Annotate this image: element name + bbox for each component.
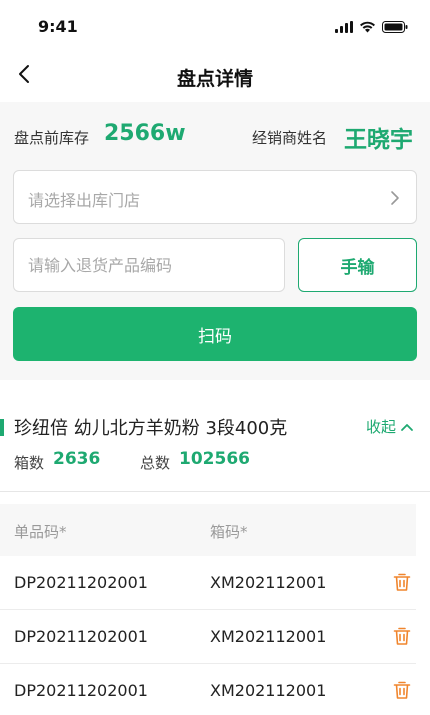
- wifi-icon: [359, 18, 376, 37]
- collapse-button[interactable]: 收起: [366, 416, 414, 437]
- total-count-label: 总数: [140, 454, 171, 472]
- stock-label: 盘点前库存: [14, 129, 90, 147]
- trash-icon[interactable]: [393, 626, 411, 646]
- section-accent-bar: [0, 419, 4, 436]
- total-count-value: 102566: [179, 449, 250, 469]
- chevron-right-icon: [388, 189, 402, 207]
- dealer-label: 经销商姓名: [252, 129, 328, 147]
- store-select-placeholder: 请选择出库门店: [28, 191, 141, 210]
- manual-entry-button[interactable]: 手输: [298, 238, 417, 292]
- status-bar: 9:41: [0, 0, 430, 50]
- section-divider: [0, 491, 430, 492]
- product-name: 珍纽倍 幼儿北方羊奶粉 3段400克: [14, 418, 288, 439]
- trash-icon[interactable]: [393, 572, 411, 592]
- battery-icon: [382, 18, 408, 37]
- column-header-box-code: 箱码*: [210, 523, 248, 541]
- signal-icon: [335, 18, 353, 37]
- box-count-value: 2636: [53, 449, 101, 469]
- nav-bar: 盘点详情: [0, 50, 430, 102]
- box-code-cell: XM202112001: [210, 681, 327, 700]
- status-icons: [335, 18, 408, 37]
- box-code-cell: XM202112001: [210, 627, 327, 646]
- unit-code-cell: DP20211202001: [14, 681, 148, 700]
- trash-icon[interactable]: [393, 680, 411, 700]
- table-header: 单品码* 箱码*: [0, 504, 416, 556]
- summary-row: 盘点前库存 2566w 经销商姓名 王晓宇: [14, 120, 416, 154]
- dealer-name: 王晓宇: [344, 127, 413, 153]
- unit-code-cell: DP20211202001: [14, 627, 148, 646]
- scan-button[interactable]: 扫码: [13, 307, 417, 361]
- table-row: DP20211202001 XM202112001: [0, 610, 416, 664]
- table-row: DP20211202001 XM202112001: [0, 664, 416, 715]
- chevron-up-icon: [400, 418, 414, 436]
- column-header-unit-code: 单品码*: [14, 523, 67, 541]
- page-title: 盘点详情: [176, 68, 253, 90]
- collapse-label: 收起: [365, 418, 396, 436]
- store-select[interactable]: 请选择出库门店: [13, 170, 417, 224]
- box-code-cell: XM202112001: [210, 573, 327, 592]
- table-row: DP20211202001 XM202112001: [0, 556, 416, 610]
- box-count-label: 箱数: [14, 454, 45, 472]
- unit-code-cell: DP20211202001: [14, 573, 148, 592]
- stock-value: 2566w: [104, 121, 186, 146]
- status-time: 9:41: [38, 17, 78, 36]
- product-code-input[interactable]: [13, 238, 285, 292]
